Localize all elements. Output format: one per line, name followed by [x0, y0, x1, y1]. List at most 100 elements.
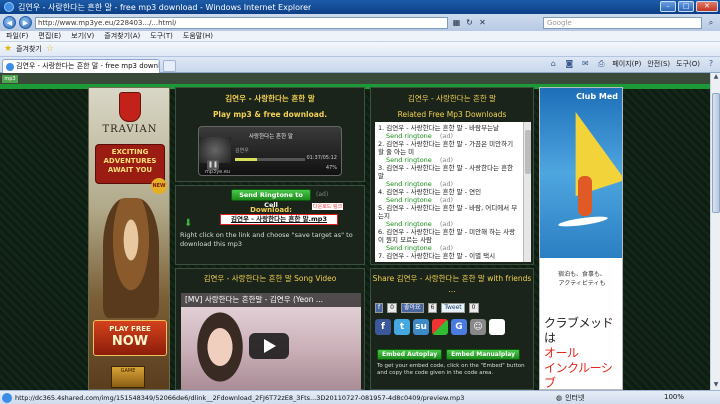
- search-input[interactable]: Google: [543, 16, 702, 29]
- play-free-label: PLAY FREE: [109, 325, 151, 333]
- home-icon[interactable]: ⌂: [548, 59, 558, 69]
- share-panel-title: Share 김연우 - 사랑한다는 흔한 말 with friends ...: [372, 274, 532, 294]
- url-text: http://www.mp3ye.eu/228403.../...html/: [38, 18, 177, 27]
- clubmed-sea-image: Club Med: [540, 88, 622, 258]
- related-item[interactable]: 4. 김연우 - 사랑한다는 흔한 말 - 연인: [378, 188, 521, 196]
- player-volume[interactable]: 47%: [326, 165, 337, 171]
- related-item[interactable]: 7. 김연우 - 사랑한다는 흔한 말 - 이별 택시: [378, 252, 521, 260]
- ringtone-ad-tag: (ad): [439, 196, 453, 204]
- ringtone-ad-tag: (ad): [439, 220, 453, 228]
- embed-autoplay-button[interactable]: Embed Autoplay: [377, 349, 443, 360]
- download-file-link[interactable]: 김연우 - 사랑한다는 흔한 말.mp3: [220, 214, 338, 225]
- twitter-icon[interactable]: t: [394, 319, 410, 335]
- url-field[interactable]: http://www.mp3ye.eu/228403.../...html/: [35, 16, 448, 29]
- delicious-icon[interactable]: [489, 319, 505, 335]
- scroll-up-icon[interactable]: ▲: [711, 73, 720, 82]
- status-zone[interactable]: ◍ 인터넷: [556, 393, 584, 403]
- related-item[interactable]: 3. 김연우 - 사랑한다는 흔한 말 - 사랑한다는 흔한 말: [378, 164, 521, 180]
- related-panel-subtitle: Related Free Mp3 Downloads: [397, 110, 507, 119]
- share-counters: f 0 좋아요 6 Tweet 0: [375, 303, 531, 313]
- related-ringtone-link[interactable]: Send ringtone (ad): [378, 196, 521, 204]
- add-favorite-icon[interactable]: ☆: [46, 44, 54, 54]
- related-ringtone-link[interactable]: Send ringtone (ad): [378, 244, 521, 252]
- related-item[interactable]: 5. 김연우 - 사랑한다는 흔한 말 - 바람, 어디에서 부는지: [378, 204, 521, 220]
- facebook-icon[interactable]: f: [375, 319, 391, 335]
- scroll-down-icon[interactable]: ▼: [711, 381, 720, 390]
- related-ringtone-link[interactable]: Send ringtone (ad): [378, 220, 521, 228]
- menu-file[interactable]: 파일(F): [6, 31, 28, 41]
- related-ringtone-link[interactable]: Send ringtone (ad): [378, 132, 521, 140]
- youtube-video[interactable]: [MV] 사랑한다는 흔한말 - 김연우 (Yeon ...: [181, 293, 361, 390]
- ringtone-ad-tag: (ad): [439, 132, 453, 140]
- player-progress-fill: [235, 158, 257, 161]
- favorites-star-icon[interactable]: ★: [4, 44, 12, 54]
- window-title: 김연우 - 사랑한다는 흔한 말 - free mp3 download - W…: [18, 2, 312, 12]
- embed-buttons: Embed Autoplay Embed Manualplay: [377, 349, 521, 360]
- video-play-icon[interactable]: [249, 333, 289, 359]
- forward-button[interactable]: ▶: [19, 16, 32, 29]
- globe-icon: ◍: [556, 394, 563, 402]
- stop-icon[interactable]: ✕: [477, 17, 488, 28]
- help-icon[interactable]: ?: [706, 59, 716, 69]
- new-tab-button[interactable]: [163, 60, 176, 72]
- google-icon[interactable]: G: [451, 319, 467, 335]
- related-list[interactable]: 1. 김연우 - 사랑한다는 흔한 말 - 바람부는날 Send rington…: [375, 122, 523, 262]
- stumbleupon-icon[interactable]: su: [413, 319, 429, 335]
- search-icon[interactable]: ⌕: [705, 17, 717, 29]
- safety-menu[interactable]: 안전(S): [647, 59, 670, 69]
- menu-view[interactable]: 보기(V): [71, 31, 94, 41]
- menu-help[interactable]: 도움말(H): [183, 31, 213, 41]
- player-progress-bar[interactable]: [235, 158, 305, 161]
- share-icons: f t su G ☺: [375, 319, 505, 335]
- tweet-button[interactable]: Tweet: [441, 303, 465, 313]
- ringtone-ad-tag: (ad): [316, 191, 329, 198]
- related-item[interactable]: 2. 김연우 - 사랑한다는 흔한 말 - 가끔은 미안하기 할 줄 아는 미: [378, 140, 521, 156]
- clubmed-ad[interactable]: Club Med 宿泊も、食事も、 アクティビティも クラブメッドは オール イ…: [539, 87, 623, 390]
- clubmed-line1: 宿泊も、食事も、: [558, 271, 606, 278]
- embed-manualplay-button[interactable]: Embed Manualplay: [446, 349, 521, 360]
- refresh-icon[interactable]: ↻: [464, 17, 475, 28]
- google-buzz-icon[interactable]: [432, 319, 448, 335]
- maximize-button[interactable]: □: [678, 1, 694, 12]
- related-ringtone-link[interactable]: Send ringtone (ad): [378, 156, 521, 164]
- page-menu[interactable]: 페이지(P): [612, 59, 641, 69]
- minimize-button[interactable]: –: [660, 1, 676, 12]
- menu-tools[interactable]: 도구(T): [150, 31, 173, 41]
- like-button[interactable]: 좋아요: [400, 303, 424, 313]
- video-panel: 김연우 - 사랑한다는 흔한 말 Song Video [MV] 사랑한다는 흔…: [175, 268, 365, 390]
- send-ringtone-button[interactable]: Send Ringtone to Cell: [231, 189, 311, 209]
- print-icon[interactable]: ⎙: [596, 59, 606, 69]
- feeds-icon[interactable]: ◙: [564, 59, 574, 69]
- video-title[interactable]: [MV] 사랑한다는 흔한말 - 김연우 (Yeon ...: [181, 293, 361, 307]
- travian-ad[interactable]: TRAVIAN EXCITING ADVENTURES AWAIT YOU NE…: [88, 87, 170, 390]
- page-scrollbar[interactable]: ▲ ▼: [710, 73, 720, 390]
- myspace-icon[interactable]: ☺: [470, 319, 486, 335]
- window-controls: – □ ✕: [660, 1, 718, 12]
- video-panel-title: 김연우 - 사랑한다는 흔한 말 Song Video: [203, 274, 337, 283]
- related-item[interactable]: 6. 김연우 - 사랑한다는 흔한 말 - 미안해 하는 사랑이 뭔지 모르는 …: [378, 228, 521, 244]
- close-button[interactable]: ✕: [696, 1, 718, 12]
- related-ringtone-link[interactable]: Send ringtone (ad): [378, 180, 521, 188]
- menu-favorites[interactable]: 즐겨찾기(A): [104, 31, 140, 41]
- compatibility-icon[interactable]: ▦: [451, 17, 462, 28]
- like-count: 6: [427, 303, 438, 313]
- favorites-label[interactable]: 즐겨찾기: [16, 44, 42, 54]
- ringtone-ad-tag: (ad): [439, 156, 453, 164]
- mp3-player[interactable]: 사랑한다는 흔한 말 김연우 01:37/05:12 47% ❚❚ mp3ye.…: [198, 126, 342, 176]
- back-button[interactable]: ◀: [3, 16, 16, 29]
- player-panel-subtitle: Play mp3 & free download.: [212, 110, 328, 119]
- menu-edit[interactable]: 편집(E): [38, 31, 61, 41]
- page-scroll-thumb[interactable]: [712, 93, 720, 213]
- related-scrollbar[interactable]: [523, 122, 531, 262]
- related-item[interactable]: 1. 김연우 - 사랑한다는 흔한 말 - 바람부는날: [378, 124, 521, 132]
- related-scroll-thumb[interactable]: [525, 130, 531, 174]
- facebook-share-button[interactable]: f: [375, 303, 384, 313]
- site-mini-logo[interactable]: mp3: [2, 75, 18, 83]
- download-arrow-icon: ⬇: [184, 218, 193, 229]
- player-artist: 김연우: [235, 148, 249, 154]
- tab-active[interactable]: 김연우 - 사랑한다는 흔한 말 - free mp3 downl...: [2, 59, 160, 73]
- travian-play-button[interactable]: PLAY FREE NOW: [93, 320, 167, 356]
- mail-icon[interactable]: ✉: [580, 59, 590, 69]
- zoom-level[interactable]: 100%: [664, 393, 684, 401]
- tools-menu[interactable]: 도구(O): [676, 59, 700, 69]
